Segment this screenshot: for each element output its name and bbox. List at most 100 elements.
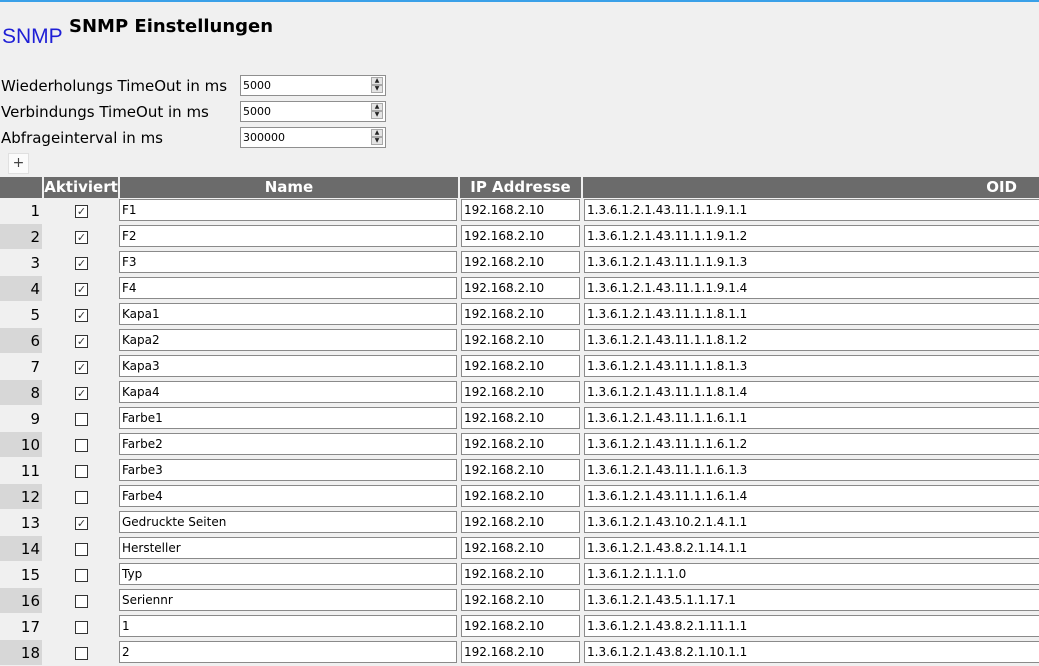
name-input[interactable]: Farbe2 [119,433,457,455]
oid-input[interactable]: 1.3.6.1.2.1.43.11.1.1.9.1.3 [584,251,1039,273]
name-input[interactable]: 1 [119,615,457,637]
oid-input[interactable]: 1.3.6.1.2.1.43.11.1.1.9.1.2 [584,225,1039,247]
active-checkbox[interactable] [75,621,88,634]
table-row: 17 1 192.168.2.10 1.3.6.1.2.1.43.8.2.1.11.1… [0,614,1039,640]
name-input[interactable]: Gedruckte Seiten [119,511,457,533]
active-checkbox[interactable]: ✓ [75,257,88,270]
poll-interval-stepper[interactable]: ▲ ▼ [371,129,383,146]
name-input[interactable]: Hersteller [119,537,457,559]
retry-timeout-input[interactable] [241,76,369,95]
active-checkbox[interactable]: ✓ [75,517,88,530]
table-header: Aktiviert Name IP Addresse OID [0,177,1039,198]
oid-input[interactable]: 1.3.6.1.2.1.43.10.2.1.4.1.1 [584,511,1039,533]
retry-timeout-spinner[interactable]: ▲ ▼ [240,75,386,96]
oid-input[interactable]: 1.3.6.1.2.1.43.11.1.1.6.1.4 [584,485,1039,507]
ip-input[interactable]: 192.168.2.10 [461,303,580,325]
name-input[interactable]: Farbe3 [119,459,457,481]
name-input[interactable]: Kapa4 [119,381,457,403]
active-checkbox[interactable] [75,595,88,608]
spin-up-icon[interactable]: ▲ [371,103,383,111]
active-checkbox[interactable]: ✓ [75,231,88,244]
ip-input[interactable]: 192.168.2.10 [461,563,580,585]
oid-input[interactable]: 1.3.6.1.2.1.43.5.1.1.17.1 [584,589,1039,611]
add-row-button[interactable]: + [8,153,29,174]
name-input[interactable]: Farbe1 [119,407,457,429]
name-input[interactable]: Kapa3 [119,355,457,377]
connect-timeout-input[interactable] [241,102,369,121]
ip-input[interactable]: 192.168.2.10 [461,407,580,429]
active-checkbox[interactable]: ✓ [75,283,88,296]
ip-input[interactable]: 192.168.2.10 [461,329,580,351]
oid-input[interactable]: 1.3.6.1.2.1.43.11.1.1.8.1.2 [584,329,1039,351]
active-checkbox[interactable]: ✓ [75,335,88,348]
active-checkbox[interactable] [75,491,88,504]
ip-input[interactable]: 192.168.2.10 [461,277,580,299]
name-input[interactable]: Kapa2 [119,329,457,351]
oid-input[interactable]: 1.3.6.1.2.1.43.11.1.1.6.1.1 [584,407,1039,429]
spin-up-icon[interactable]: ▲ [371,77,383,85]
spin-down-icon[interactable]: ▼ [371,85,383,93]
ip-input[interactable]: 192.168.2.10 [461,641,580,663]
active-checkbox[interactable]: ✓ [75,361,88,374]
ip-input[interactable]: 192.168.2.10 [461,511,580,533]
name-input[interactable]: Seriennr [119,589,457,611]
top-accent-line [0,0,1039,2]
active-checkbox[interactable] [75,465,88,478]
connect-timeout-stepper[interactable]: ▲ ▼ [371,103,383,120]
active-checkbox[interactable] [75,543,88,556]
ip-input[interactable]: 192.168.2.10 [461,589,580,611]
oid-input[interactable]: 1.3.6.1.2.1.43.8.2.1.11.1.1 [584,615,1039,637]
active-checkbox[interactable]: ✓ [75,309,88,322]
active-checkbox[interactable] [75,569,88,582]
poll-interval-input[interactable] [241,128,369,147]
header-oid: OID [986,178,1017,196]
name-input[interactable]: Farbe4 [119,485,457,507]
ip-input[interactable]: 192.168.2.10 [461,381,580,403]
row-number: 2 [0,224,42,249]
page-title: SNMP Einstellungen [69,16,274,37]
ip-input[interactable]: 192.168.2.10 [461,199,580,221]
name-input[interactable]: 2 [119,641,457,663]
ip-input[interactable]: 192.168.2.10 [461,537,580,559]
spin-down-icon[interactable]: ▼ [371,111,383,119]
oid-input[interactable]: 1.3.6.1.2.1.1.1.0 [584,563,1039,585]
row-number: 11 [20,462,40,480]
active-checkbox[interactable] [75,439,88,452]
oid-input[interactable]: 1.3.6.1.2.1.43.11.1.1.6.1.2 [584,433,1039,455]
ip-input[interactable]: 192.168.2.10 [461,615,580,637]
active-checkbox[interactable]: ✓ [75,387,88,400]
ip-input[interactable]: 192.168.2.10 [461,251,580,273]
table-row: 18 2 192.168.2.10 1.3.6.1.2.1.43.8.2.1.10.1… [0,640,1039,666]
name-input[interactable]: Typ [119,563,457,585]
ip-input[interactable]: 192.168.2.10 [461,485,580,507]
oid-input[interactable]: 1.3.6.1.2.1.43.11.1.1.9.1.1 [584,199,1039,221]
active-checkbox[interactable] [75,413,88,426]
oid-input[interactable]: 1.3.6.1.2.1.43.11.1.1.8.1.1 [584,303,1039,325]
ip-input[interactable]: 192.168.2.10 [461,225,580,247]
oid-input[interactable]: 1.3.6.1.2.1.43.11.1.1.8.1.4 [584,381,1039,403]
oid-input[interactable]: 1.3.6.1.2.1.43.8.2.1.10.1.1 [584,641,1039,663]
connect-timeout-spinner[interactable]: ▲ ▼ [240,101,386,122]
row-number: 8 [0,380,42,405]
active-checkbox[interactable]: ✓ [75,205,88,218]
oid-input[interactable]: 1.3.6.1.2.1.43.11.1.1.8.1.3 [584,355,1039,377]
ip-input[interactable]: 192.168.2.10 [461,459,580,481]
oid-input[interactable]: 1.3.6.1.2.1.43.11.1.1.9.1.4 [584,277,1039,299]
name-input[interactable]: F1 [119,199,457,221]
spin-down-icon[interactable]: ▼ [371,137,383,145]
row-number: 6 [0,328,42,353]
oid-input[interactable]: 1.3.6.1.2.1.43.8.2.1.14.1.1 [584,537,1039,559]
name-input[interactable]: F4 [119,277,457,299]
table-row: 5 ✓ Kapa1 192.168.2.10 1.3.6.1.2.1.43.11.1.1… [0,302,1039,328]
ip-input[interactable]: 192.168.2.10 [461,355,580,377]
active-checkbox[interactable] [75,647,88,660]
poll-interval-spinner[interactable]: ▲ ▼ [240,127,386,148]
ip-input[interactable]: 192.168.2.10 [461,433,580,455]
retry-timeout-stepper[interactable]: ▲ ▼ [371,77,383,94]
spin-up-icon[interactable]: ▲ [371,129,383,137]
connect-timeout-label: Verbindungs TimeOut in ms [1,103,209,121]
name-input[interactable]: F3 [119,251,457,273]
name-input[interactable]: F2 [119,225,457,247]
oid-input[interactable]: 1.3.6.1.2.1.43.11.1.1.6.1.3 [584,459,1039,481]
name-input[interactable]: Kapa1 [119,303,457,325]
